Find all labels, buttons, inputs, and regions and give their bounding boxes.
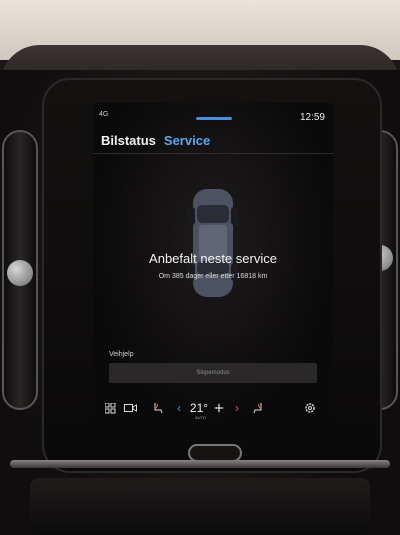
temp-up-arrow[interactable]: › xyxy=(231,401,243,415)
service-headline: Anbefalt neste service xyxy=(149,251,277,266)
climate-bar: ‹ 21° AUTO › xyxy=(93,395,333,421)
camera-icon[interactable] xyxy=(123,401,137,415)
roadside-assist-label: Veihjelp xyxy=(109,351,134,358)
seat-heat-right-icon[interactable] xyxy=(251,401,265,415)
auto-label: AUTO xyxy=(195,415,207,420)
tab-bilstatus[interactable]: Bilstatus xyxy=(101,133,156,148)
service-detail: Om 385 dager eller etter 16818 km xyxy=(158,273,268,280)
status-bar: 4G 12:59 xyxy=(93,103,333,125)
infotainment-screen: 4G 12:59 Bilstatus Service Anbefalt nest… xyxy=(93,103,333,423)
temperature-readout[interactable]: 21° xyxy=(187,401,211,415)
pull-down-handle[interactable] xyxy=(196,117,232,120)
signal-indicator: 4G xyxy=(99,111,109,118)
car-top-view-image xyxy=(187,189,239,297)
grid-icon[interactable] xyxy=(103,401,117,415)
tab-divider xyxy=(93,153,333,154)
tab-service[interactable]: Service xyxy=(164,133,210,148)
clock: 12:59 xyxy=(299,112,325,123)
fan-icon[interactable] xyxy=(213,401,225,415)
tab-bar: Bilstatus Service xyxy=(101,133,210,148)
vent-knob-left[interactable] xyxy=(7,260,33,286)
temp-down-arrow[interactable]: ‹ xyxy=(173,401,185,415)
seat-heat-icon[interactable] xyxy=(151,401,165,415)
settings-icon[interactable] xyxy=(303,401,317,415)
tow-mode-button[interactable]: Slepemodus xyxy=(109,363,317,383)
lower-console xyxy=(30,478,370,535)
home-button[interactable] xyxy=(188,444,242,462)
